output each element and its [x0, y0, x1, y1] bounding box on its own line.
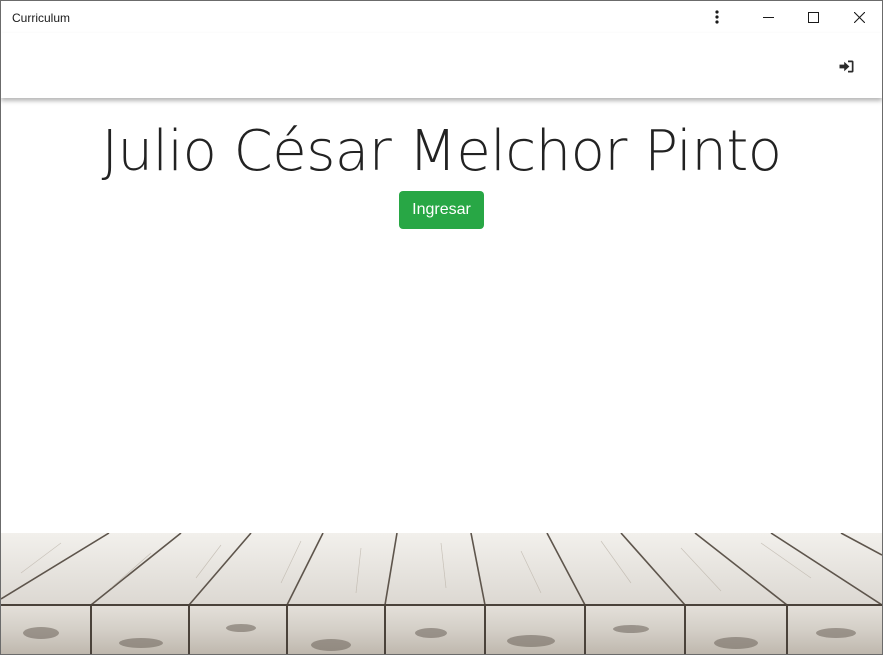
- close-button[interactable]: [836, 1, 882, 33]
- page-title: Julio César Melchor Pinto: [101, 119, 782, 184]
- wood-table-image: [1, 533, 882, 654]
- app-toolbar: [1, 33, 882, 98]
- maximize-icon: [807, 11, 819, 23]
- app-window: Curriculum Julio César Melchor Pinto Ing…: [0, 0, 883, 655]
- minimize-button[interactable]: [745, 1, 791, 33]
- login-button[interactable]: [831, 53, 861, 79]
- main-content: Julio César Melchor Pinto Ingresar: [1, 98, 882, 533]
- title-bar[interactable]: Curriculum: [1, 1, 882, 33]
- wood-planks-illustration: [1, 533, 882, 654]
- window-title: Curriculum: [12, 11, 71, 25]
- more-vertical-icon: [715, 10, 719, 24]
- minimize-icon: [762, 16, 774, 18]
- close-icon: [853, 11, 865, 23]
- more-options-button[interactable]: [694, 1, 740, 33]
- enter-button[interactable]: Ingresar: [399, 191, 484, 229]
- maximize-button[interactable]: [790, 1, 836, 33]
- sign-in-icon: [839, 60, 853, 72]
